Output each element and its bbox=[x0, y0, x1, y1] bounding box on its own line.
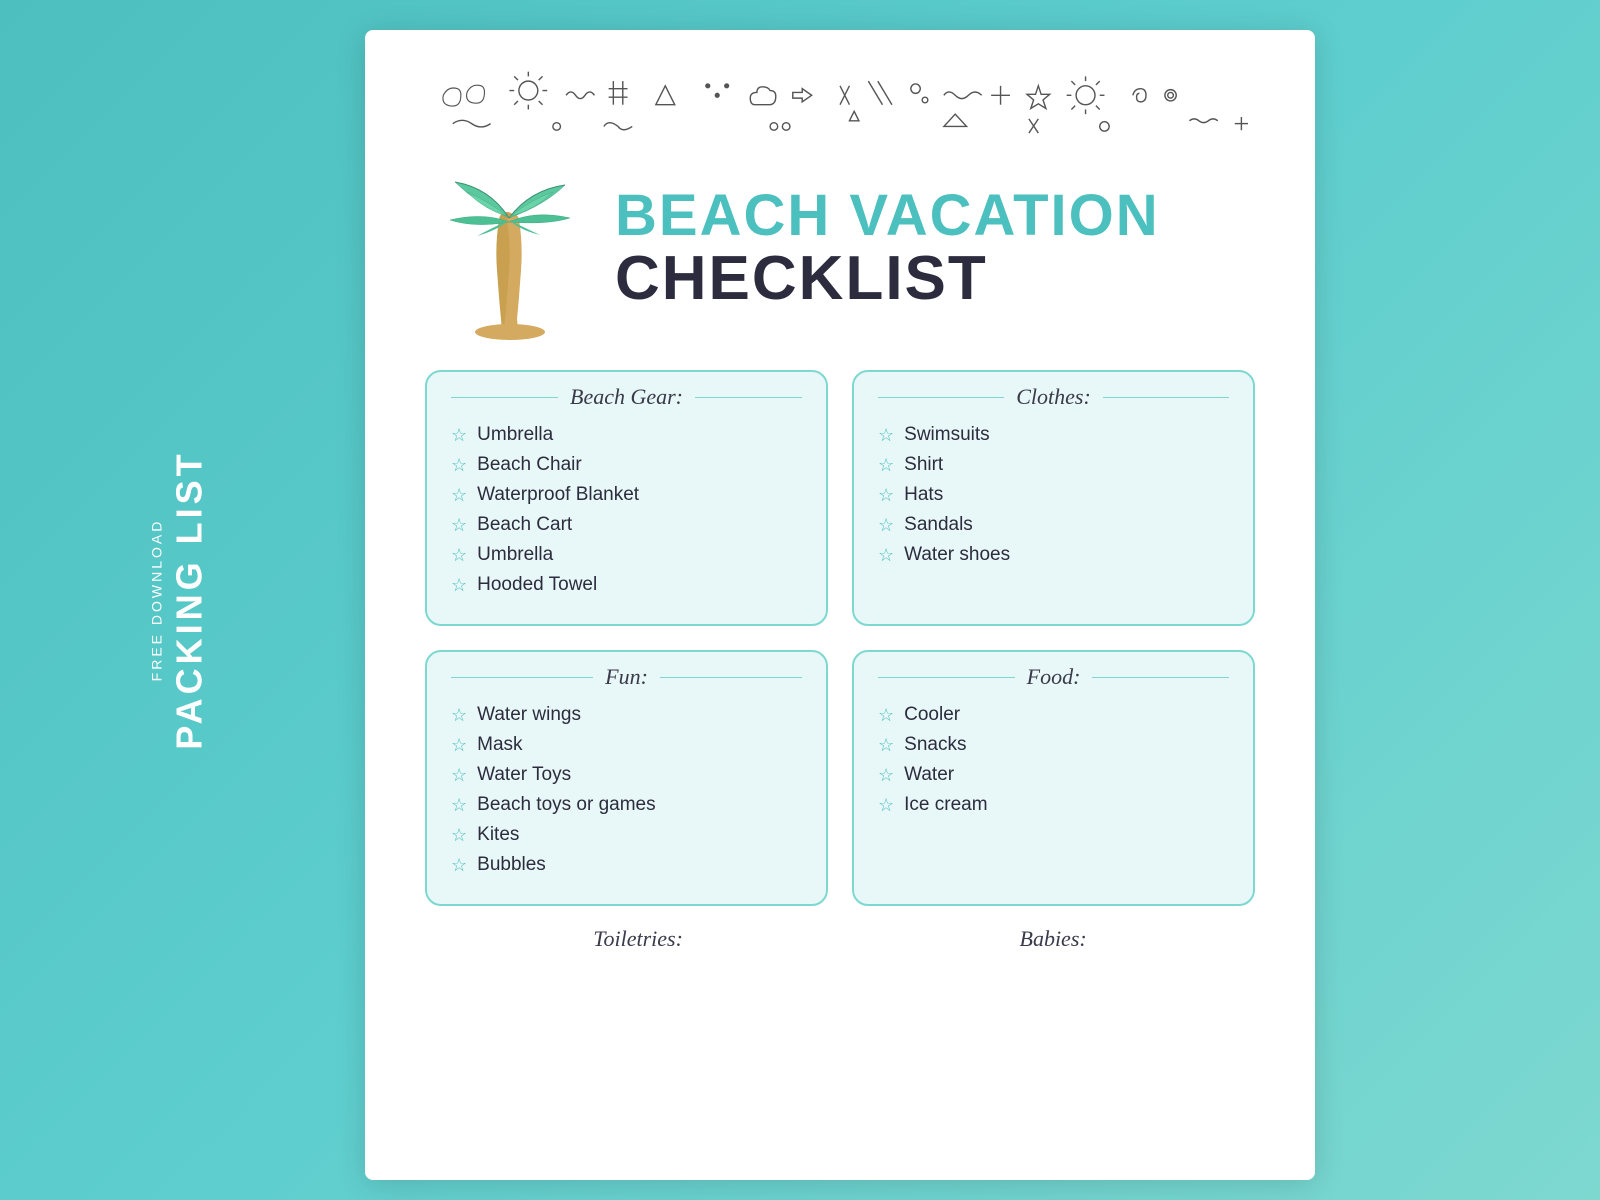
list-item-text: Swimsuits bbox=[904, 424, 990, 446]
list-item[interactable]: ☆ Kites bbox=[451, 824, 802, 846]
list-item[interactable]: ☆ Beach Cart bbox=[451, 514, 802, 536]
list-item-text: Beach Chair bbox=[477, 454, 582, 476]
list-item-text: Water wings bbox=[477, 704, 581, 726]
list-item[interactable]: ☆ Cooler bbox=[878, 704, 1229, 726]
star-icon: ☆ bbox=[878, 545, 894, 566]
list-item-text: Waterproof Blanket bbox=[477, 484, 639, 506]
list-item[interactable]: ☆ Umbrella bbox=[451, 424, 802, 446]
star-icon: ☆ bbox=[451, 455, 467, 476]
list-item[interactable]: ☆ Waterproof Blanket bbox=[451, 484, 802, 506]
list-item-text: Beach Cart bbox=[477, 514, 572, 536]
section-food: Food: ☆ Cooler ☆ Snacks ☆ Water ☆ Ice cream bbox=[852, 650, 1255, 906]
title-beach-vacation: BEACH VACATION bbox=[615, 187, 1160, 245]
star-icon: ☆ bbox=[451, 855, 467, 876]
list-item-text: Snacks bbox=[904, 734, 966, 756]
palm-tree-illustration bbox=[435, 160, 595, 340]
list-item[interactable]: ☆ Mask bbox=[451, 734, 802, 756]
star-icon: ☆ bbox=[451, 735, 467, 756]
side-label: FREE DOWNLOAD PACKING LIST bbox=[149, 450, 211, 749]
list-item[interactable]: ☆ Hooded Towel bbox=[451, 574, 802, 596]
section-title-line-left bbox=[878, 677, 1015, 678]
section-fun: Fun: ☆ Water wings ☆ Mask ☆ Water Toys ☆ Beach t… bbox=[425, 650, 828, 906]
list-item-text: Sandals bbox=[904, 514, 973, 536]
list-item-text: Ice cream bbox=[904, 794, 987, 816]
list-item-text: Shirt bbox=[904, 454, 943, 476]
checklist-items-beach-gear: ☆ Umbrella ☆ Beach Chair ☆ Waterproof Blanket… bbox=[451, 424, 802, 596]
list-item-text: Cooler bbox=[904, 704, 960, 726]
section-title-line-right bbox=[660, 677, 802, 678]
section-title-line-left bbox=[451, 677, 593, 678]
section-title-line-right bbox=[695, 397, 802, 398]
list-item-text: Hooded Towel bbox=[477, 574, 597, 596]
star-icon: ☆ bbox=[451, 545, 467, 566]
free-download-text: FREE DOWNLOAD bbox=[149, 450, 165, 749]
doodle-header bbox=[415, 50, 1265, 150]
list-item[interactable]: ☆ Water Toys bbox=[451, 764, 802, 786]
list-item[interactable]: ☆ Beach Chair bbox=[451, 454, 802, 476]
star-icon: ☆ bbox=[878, 795, 894, 816]
section-title-line-right bbox=[1103, 397, 1229, 398]
section-title-line-left bbox=[878, 397, 1004, 398]
checklist-items-fun: ☆ Water wings ☆ Mask ☆ Water Toys ☆ Beach toys … bbox=[451, 704, 802, 876]
list-item[interactable]: ☆ Shirt bbox=[878, 454, 1229, 476]
packing-list-text: PACKING LIST bbox=[169, 450, 211, 749]
star-icon: ☆ bbox=[451, 425, 467, 446]
star-icon: ☆ bbox=[451, 825, 467, 846]
section-title-beach-gear: Beach Gear: bbox=[558, 384, 695, 410]
star-icon: ☆ bbox=[878, 425, 894, 446]
star-icon: ☆ bbox=[451, 515, 467, 536]
checklist-grid: Beach Gear: ☆ Umbrella ☆ Beach Chair ☆ Waterpr… bbox=[415, 370, 1265, 906]
list-item[interactable]: ☆ Hats bbox=[878, 484, 1229, 506]
title-area: BEACH VACATION CHECKLIST bbox=[415, 160, 1265, 340]
section-title-clothes: Clothes: bbox=[1004, 384, 1103, 410]
star-icon: ☆ bbox=[451, 705, 467, 726]
star-icon: ☆ bbox=[451, 485, 467, 506]
list-item-text: Kites bbox=[477, 824, 519, 846]
list-item-text: Beach toys or games bbox=[477, 794, 655, 816]
checklist-items-clothes: ☆ Swimsuits ☆ Shirt ☆ Hats ☆ Sandals ☆ Water shoe… bbox=[878, 424, 1229, 566]
bottom-section-label-2: Babies: bbox=[1020, 926, 1087, 952]
star-icon: ☆ bbox=[878, 455, 894, 476]
star-icon: ☆ bbox=[878, 765, 894, 786]
star-icon: ☆ bbox=[878, 485, 894, 506]
list-item-text: Umbrella bbox=[477, 424, 553, 446]
star-icon: ☆ bbox=[451, 795, 467, 816]
list-item[interactable]: ☆ Water wings bbox=[451, 704, 802, 726]
list-item[interactable]: ☆ Ice cream bbox=[878, 794, 1229, 816]
star-icon: ☆ bbox=[878, 705, 894, 726]
star-icon: ☆ bbox=[451, 765, 467, 786]
list-item[interactable]: ☆ Beach toys or games bbox=[451, 794, 802, 816]
list-item-text: Umbrella bbox=[477, 544, 553, 566]
list-item-text: Water bbox=[904, 764, 954, 786]
list-item[interactable]: ☆ Bubbles bbox=[451, 854, 802, 876]
title-checklist: CHECKLIST bbox=[615, 245, 1160, 313]
list-item-text: Water Toys bbox=[477, 764, 571, 786]
section-title-line-left bbox=[451, 397, 558, 398]
star-icon: ☆ bbox=[451, 575, 467, 596]
list-item[interactable]: ☆ Water bbox=[878, 764, 1229, 786]
main-card: BEACH VACATION CHECKLIST Beach Gear: ☆ Umb… bbox=[365, 30, 1315, 1180]
section-beach-gear: Beach Gear: ☆ Umbrella ☆ Beach Chair ☆ Waterpr… bbox=[425, 370, 828, 626]
list-item-text: Water shoes bbox=[904, 544, 1010, 566]
bottom-section-label-1: Toiletries: bbox=[593, 926, 683, 952]
list-item-text: Bubbles bbox=[477, 854, 546, 876]
checklist-items-food: ☆ Cooler ☆ Snacks ☆ Water ☆ Ice cream bbox=[878, 704, 1229, 816]
star-icon: ☆ bbox=[878, 735, 894, 756]
title-text-block: BEACH VACATION CHECKLIST bbox=[615, 187, 1160, 313]
section-clothes: Clothes: ☆ Swimsuits ☆ Shirt ☆ Hats ☆ Sandals ☆ Wa… bbox=[852, 370, 1255, 626]
list-item-text: Hats bbox=[904, 484, 943, 506]
star-icon: ☆ bbox=[878, 515, 894, 536]
list-item[interactable]: ☆ Snacks bbox=[878, 734, 1229, 756]
list-item[interactable]: ☆ Water shoes bbox=[878, 544, 1229, 566]
list-item[interactable]: ☆ Sandals bbox=[878, 514, 1229, 536]
list-item[interactable]: ☆ Umbrella bbox=[451, 544, 802, 566]
section-title-fun: Fun: bbox=[593, 664, 660, 690]
section-title-line-right bbox=[1092, 677, 1229, 678]
list-item-text: Mask bbox=[477, 734, 522, 756]
list-item[interactable]: ☆ Swimsuits bbox=[878, 424, 1229, 446]
section-title-food: Food: bbox=[1015, 664, 1093, 690]
